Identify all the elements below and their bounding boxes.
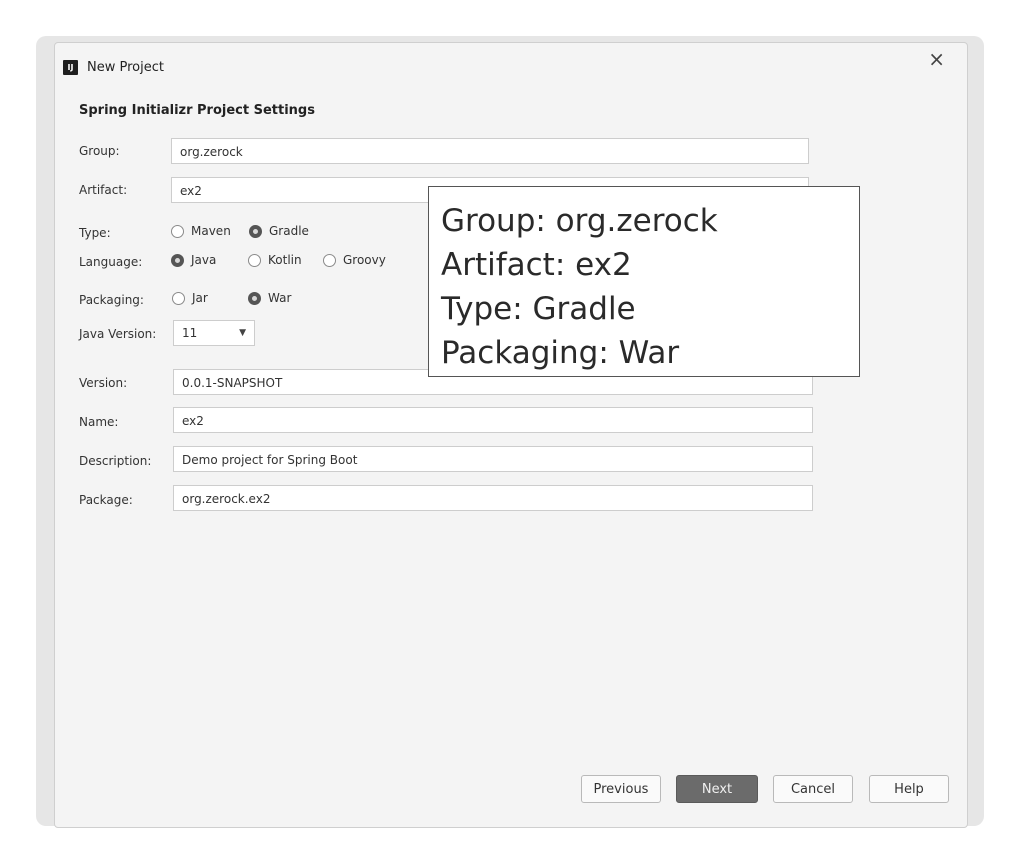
- packaging-radio-jar[interactable]: Jar: [172, 291, 208, 305]
- new-project-dialog: IJ New Project × Spring Initializr Proje…: [54, 42, 968, 828]
- callout-line-group: Group: org.zerock: [441, 203, 718, 239]
- radio-unchecked-icon: [172, 291, 185, 305]
- next-button[interactable]: Next: [676, 775, 758, 803]
- callout-line-packaging: Packaging: War: [441, 335, 680, 371]
- radio-label: Gradle: [269, 224, 309, 238]
- radio-checked-icon: [171, 253, 184, 267]
- packaging-radio-war[interactable]: War: [248, 291, 291, 305]
- radio-unchecked-icon: [323, 253, 336, 267]
- java-version-value: 11: [182, 326, 198, 340]
- callout-line-artifact: Artifact: ex2: [441, 247, 632, 283]
- package-input[interactable]: org.zerock.ex2: [173, 485, 813, 511]
- language-radio-java[interactable]: Java: [171, 253, 216, 267]
- packaging-label: Packaging:: [79, 293, 144, 307]
- java-version-label: Java Version:: [79, 327, 157, 341]
- section-title: Spring Initializr Project Settings: [79, 103, 315, 118]
- radio-checked-icon: [248, 291, 261, 305]
- radio-label: Groovy: [343, 253, 386, 267]
- language-label: Language:: [79, 255, 143, 269]
- radio-unchecked-icon: [248, 253, 261, 267]
- chevron-down-icon: ▼: [239, 328, 246, 338]
- cancel-button[interactable]: Cancel: [773, 775, 853, 803]
- language-radio-groovy[interactable]: Groovy: [323, 253, 386, 267]
- radio-label: Kotlin: [268, 253, 302, 267]
- type-radio-maven[interactable]: Maven: [171, 224, 231, 238]
- radio-label: Jar: [192, 291, 208, 305]
- radio-label: Java: [191, 253, 217, 267]
- java-version-select[interactable]: 11 ▼: [173, 320, 255, 346]
- version-label: Version:: [79, 376, 128, 390]
- radio-label: Maven: [191, 224, 231, 238]
- radio-label: War: [268, 291, 292, 305]
- radio-unchecked-icon: [171, 224, 184, 238]
- type-radio-gradle[interactable]: Gradle: [249, 224, 309, 238]
- title-bar: IJ New Project ×: [55, 43, 967, 91]
- window-title: New Project: [87, 60, 164, 75]
- package-label: Package:: [79, 493, 133, 507]
- language-radio-kotlin[interactable]: Kotlin: [248, 253, 302, 267]
- description-label: Description:: [79, 454, 152, 468]
- close-icon[interactable]: ×: [928, 49, 945, 69]
- intellij-app-icon: IJ: [63, 60, 78, 75]
- group-input[interactable]: org.zerock: [171, 138, 809, 164]
- description-input[interactable]: Demo project for Spring Boot: [173, 446, 813, 472]
- group-label: Group:: [79, 144, 120, 158]
- name-label: Name:: [79, 415, 119, 429]
- previous-button[interactable]: Previous: [581, 775, 661, 803]
- callout-line-type: Type: Gradle: [441, 291, 636, 327]
- artifact-label: Artifact:: [79, 183, 128, 197]
- annotation-callout: Group: org.zerock Artifact: ex2 Type: Gr…: [428, 186, 860, 377]
- type-label: Type:: [79, 226, 111, 240]
- radio-checked-icon: [249, 224, 262, 238]
- name-input[interactable]: ex2: [173, 407, 813, 433]
- help-button[interactable]: Help: [869, 775, 949, 803]
